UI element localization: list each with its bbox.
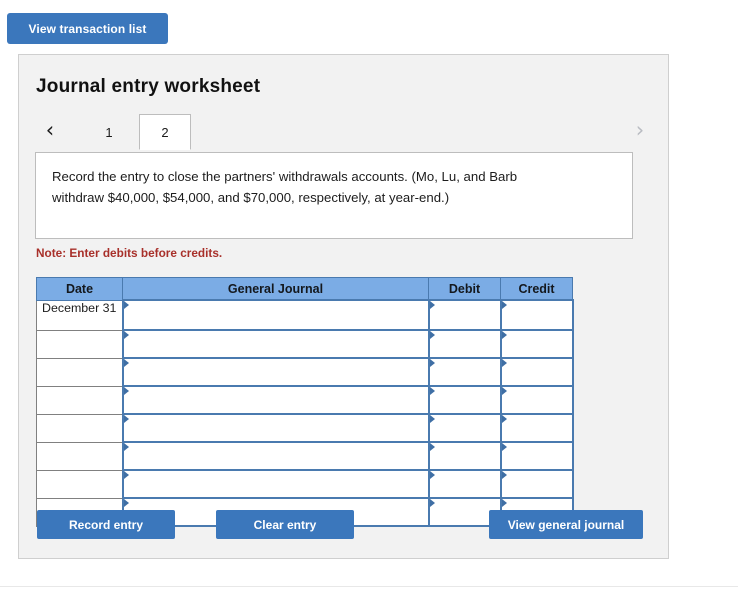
dropdown-marker-icon: [501, 387, 507, 395]
worksheet-tab-1[interactable]: 1: [83, 114, 135, 150]
footer-divider: [0, 586, 738, 587]
debit-input[interactable]: [427, 469, 502, 499]
general-journal-input[interactable]: [121, 469, 430, 499]
dropdown-marker-icon: [123, 331, 129, 339]
credit-input[interactable]: [499, 385, 574, 415]
credit-input[interactable]: [499, 299, 574, 331]
dropdown-marker-icon: [429, 359, 435, 367]
dropdown-marker-icon: [501, 415, 507, 423]
dropdown-marker-icon: [501, 359, 507, 367]
debit-input[interactable]: [427, 441, 502, 471]
credit-input[interactable]: [499, 413, 574, 443]
journal-entry-panel: Journal entry worksheet ‹ 1 2 › Record t…: [18, 54, 669, 559]
credit-input[interactable]: [499, 357, 574, 387]
date-cell[interactable]: [36, 357, 123, 387]
view-transaction-list-button[interactable]: View transaction list: [7, 13, 168, 44]
credit-input[interactable]: [499, 441, 574, 471]
dropdown-marker-icon: [429, 301, 435, 309]
date-cell[interactable]: [36, 413, 123, 443]
record-entry-button[interactable]: Record entry: [37, 510, 175, 539]
dropdown-marker-icon: [429, 415, 435, 423]
dropdown-marker-icon: [501, 331, 507, 339]
dropdown-marker-icon: [429, 387, 435, 395]
debit-input[interactable]: [427, 413, 502, 443]
table-row: [36, 469, 574, 499]
general-journal-input[interactable]: [121, 299, 430, 331]
debit-input[interactable]: [427, 329, 502, 359]
column-header-credit: Credit: [500, 277, 573, 301]
table-header-row: Date General Journal Debit Credit: [36, 277, 573, 301]
dropdown-marker-icon: [123, 387, 129, 395]
column-header-debit: Debit: [428, 277, 501, 301]
date-cell[interactable]: [36, 441, 123, 471]
clear-entry-button[interactable]: Clear entry: [216, 510, 354, 539]
dropdown-marker-icon: [123, 471, 129, 479]
instruction-box: Record the entry to close the partners' …: [35, 152, 633, 239]
general-journal-input[interactable]: [121, 441, 430, 471]
column-header-general-journal: General Journal: [122, 277, 429, 301]
table-row: [36, 441, 574, 471]
worksheet-tab-2[interactable]: 2: [139, 114, 191, 150]
page-title: Journal entry worksheet: [36, 76, 261, 97]
dropdown-marker-icon: [123, 359, 129, 367]
worksheet-tabstrip: ‹ 1 2 ›: [35, 112, 655, 150]
dropdown-marker-icon: [429, 499, 435, 507]
debit-input[interactable]: [427, 385, 502, 415]
instruction-text: Record the entry to close the partners' …: [52, 169, 518, 205]
dropdown-marker-icon: [123, 301, 129, 309]
credit-input[interactable]: [499, 329, 574, 359]
dropdown-marker-icon: [123, 499, 129, 507]
chevron-right-icon[interactable]: ›: [625, 112, 655, 148]
general-journal-input[interactable]: [121, 357, 430, 387]
table-row: [36, 413, 574, 443]
journal-entry-table: Date General Journal Debit Credit Decemb…: [36, 277, 574, 527]
page-root: View transaction list Journal entry work…: [0, 0, 738, 591]
table-row: December 31: [36, 299, 574, 331]
credit-input[interactable]: [499, 469, 574, 499]
dropdown-marker-icon: [501, 471, 507, 479]
chevron-left-icon[interactable]: ‹: [35, 112, 65, 148]
debit-input[interactable]: [427, 299, 502, 331]
column-header-date: Date: [36, 277, 123, 301]
dropdown-marker-icon: [501, 499, 507, 507]
general-journal-input[interactable]: [121, 329, 430, 359]
debit-input[interactable]: [427, 357, 502, 387]
dropdown-marker-icon: [429, 331, 435, 339]
debits-before-credits-note: Note: Enter debits before credits.: [36, 246, 223, 260]
dropdown-marker-icon: [501, 301, 507, 309]
table-row: [36, 329, 574, 359]
date-cell[interactable]: [36, 329, 123, 359]
table-row: [36, 385, 574, 415]
dropdown-marker-icon: [429, 443, 435, 451]
dropdown-marker-icon: [429, 471, 435, 479]
date-cell[interactable]: [36, 385, 123, 415]
dropdown-marker-icon: [123, 443, 129, 451]
date-cell: December 31: [36, 299, 123, 331]
date-cell[interactable]: [36, 469, 123, 499]
general-journal-input[interactable]: [121, 385, 430, 415]
view-general-journal-button[interactable]: View general journal: [489, 510, 643, 539]
general-journal-input[interactable]: [121, 413, 430, 443]
table-row: [36, 357, 574, 387]
dropdown-marker-icon: [123, 415, 129, 423]
dropdown-marker-icon: [501, 443, 507, 451]
